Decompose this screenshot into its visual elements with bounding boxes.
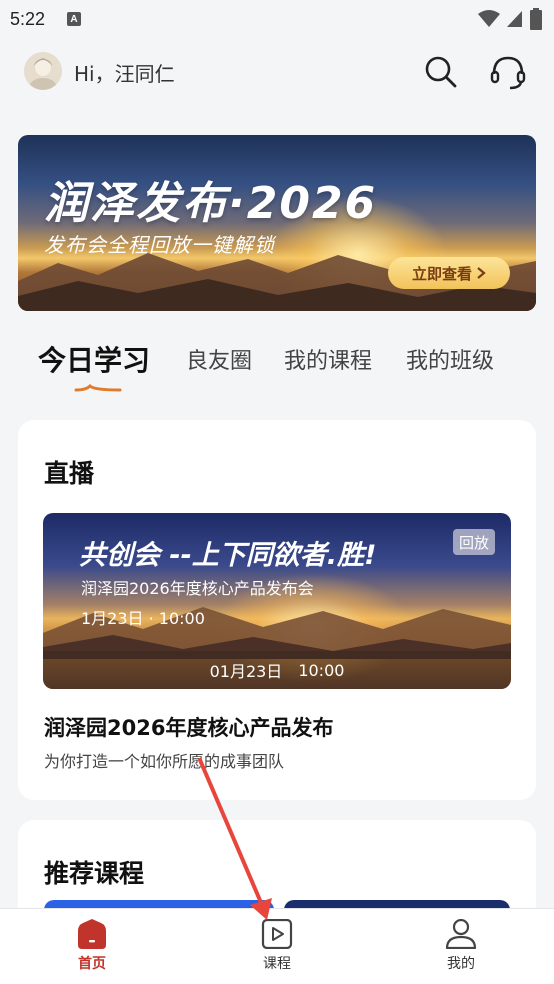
live-description: 为你打造一个如你所愿的成事团队 xyxy=(44,752,285,771)
user-icon xyxy=(445,919,477,949)
view-now-label: 立即查看 xyxy=(411,264,472,283)
tab-bar: 今日学习 良友圈 我的课程 我的班级 xyxy=(0,335,554,395)
tab-today-study[interactable]: 今日学习 xyxy=(38,339,150,379)
status-icons xyxy=(478,8,542,30)
status-time: 5:22 xyxy=(10,8,46,29)
view-now-button[interactable]: 立即查看 xyxy=(388,257,510,289)
promo-banner[interactable]: 润泽发布·2026 发布会全程回放一键解锁 立即查看 xyxy=(18,135,536,311)
signal-icon xyxy=(507,11,522,27)
tab-my-courses[interactable]: 我的课程 xyxy=(284,343,372,375)
nav-home[interactable]: 首页 xyxy=(42,915,142,981)
search-button[interactable] xyxy=(421,52,461,92)
wifi-icon xyxy=(478,10,500,27)
play-icon xyxy=(261,919,293,949)
thumbnail-date: 1月23日 · 10:00 xyxy=(81,609,205,628)
nav-home-label: 首页 xyxy=(78,956,106,972)
header: Hi，汪同仁 xyxy=(0,44,554,100)
thumbnail-subtitle: 润泽园2026年度核心产品发布会 xyxy=(81,579,314,598)
thumbnail-title: 共创会 --上下同欲者.胜! xyxy=(79,540,377,571)
customer-service-button[interactable] xyxy=(486,52,530,92)
replay-badge: 回放 xyxy=(453,529,495,555)
active-tab-indicator xyxy=(74,383,122,392)
avatar-icon xyxy=(24,52,62,90)
search-icon xyxy=(425,56,457,88)
live-thumbnail[interactable]: 共创会 --上下同欲者.胜! 润泽园2026年度核心产品发布会 1月23日 · … xyxy=(43,513,511,689)
nav-profile[interactable]: 我的 xyxy=(411,915,511,981)
thumbnail-footer: 01月23日 10:00 xyxy=(43,651,511,689)
footer-date: 01月23日 xyxy=(209,662,283,681)
footer-time: 10:00 xyxy=(298,660,345,680)
nav-courses[interactable]: 课程 xyxy=(227,915,327,981)
home-icon xyxy=(78,919,106,949)
live-section: 直播 共创会 --上下同欲者.胜! 润泽园2026年度核心产品发布会 1月23日… xyxy=(18,420,536,800)
tab-my-classes[interactable]: 我的班级 xyxy=(406,343,494,375)
nav-courses-label: 课程 xyxy=(263,956,291,972)
headset-icon xyxy=(490,56,526,90)
battery-icon xyxy=(530,8,542,30)
chevron-right-icon xyxy=(477,267,486,279)
status-bar: 5:22 A xyxy=(0,0,554,38)
live-title[interactable]: 润泽园2026年度核心产品发布 xyxy=(44,712,333,742)
live-section-title: 直播 xyxy=(44,459,95,488)
nav-profile-label: 我的 xyxy=(447,956,475,972)
greeting-text: Hi，汪同仁 xyxy=(74,62,175,86)
tab-friends-circle[interactable]: 良友圈 xyxy=(186,343,252,375)
notification-a-icon: A xyxy=(67,12,82,26)
banner-subtitle: 发布会全程回放一键解锁 xyxy=(44,233,275,257)
banner-title: 润泽发布·2026 xyxy=(44,178,378,229)
bottom-navigation: 首页 课程 我的 xyxy=(0,908,554,984)
recommended-section-title: 推荐课程 xyxy=(44,859,145,888)
avatar[interactable] xyxy=(24,52,62,90)
